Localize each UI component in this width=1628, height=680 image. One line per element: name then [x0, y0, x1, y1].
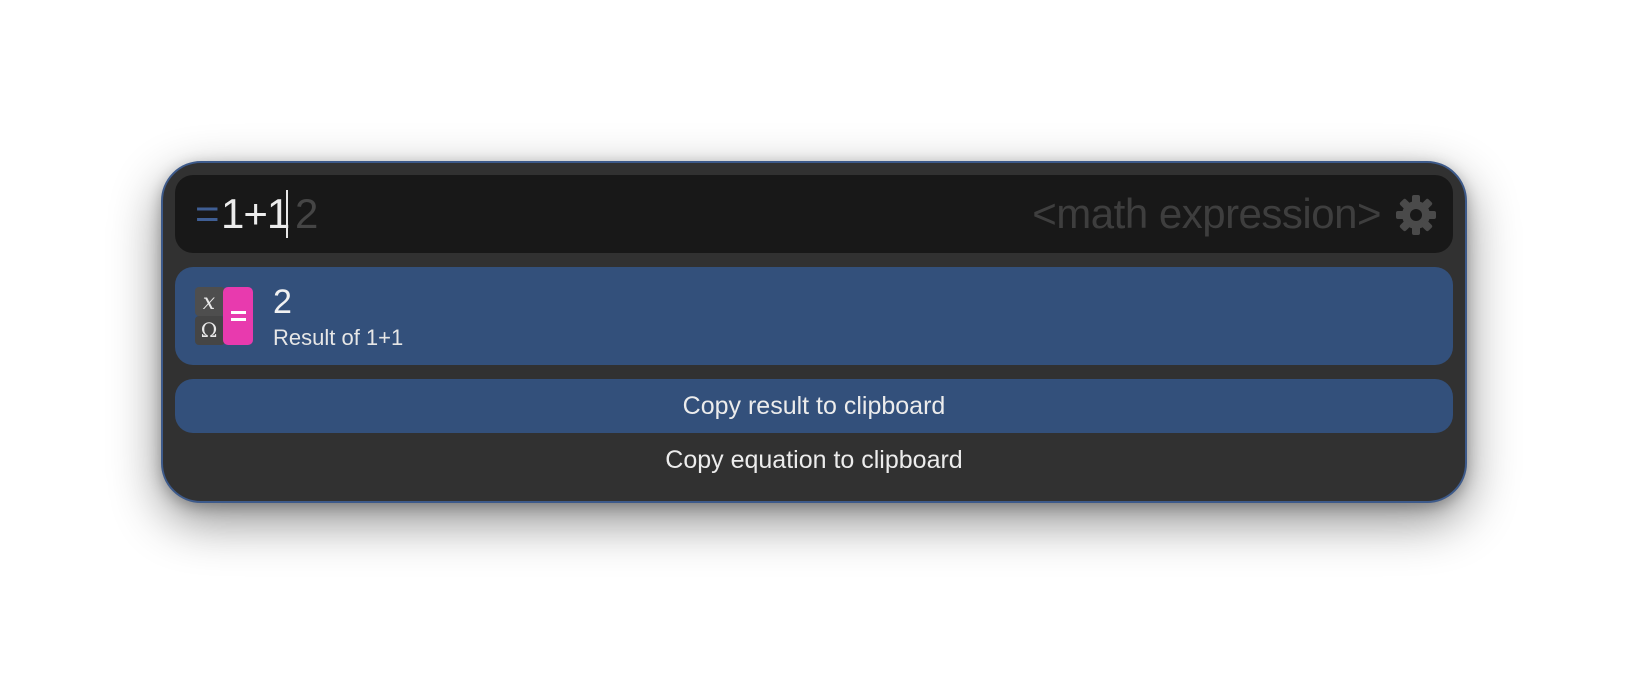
trigger-prefix: =	[195, 190, 220, 237]
copy-equation-button[interactable]: Copy equation to clipboard	[175, 433, 1453, 487]
inline-completion: 2	[295, 190, 319, 237]
query-bar[interactable]: = 1+1 2 <math expression>	[175, 175, 1453, 253]
text-caret	[286, 190, 288, 238]
launcher-window: = 1+1 2 <math expression> x Ω 2 Result o…	[161, 161, 1467, 503]
query-input[interactable]: 1+1	[221, 189, 290, 239]
svg-text:x: x	[203, 290, 216, 315]
result-title: 2	[273, 283, 292, 321]
calculator-app-icon: x Ω	[195, 287, 253, 345]
result-item[interactable]: x Ω 2 Result of 1+1	[175, 267, 1453, 365]
gear-icon[interactable]	[1395, 194, 1437, 236]
svg-text:Ω: Ω	[201, 318, 218, 342]
input-hint: <math expression>	[1032, 190, 1381, 237]
copy-result-button[interactable]: Copy result to clipboard	[175, 379, 1453, 433]
result-subtitle: Result of 1+1	[273, 325, 404, 350]
